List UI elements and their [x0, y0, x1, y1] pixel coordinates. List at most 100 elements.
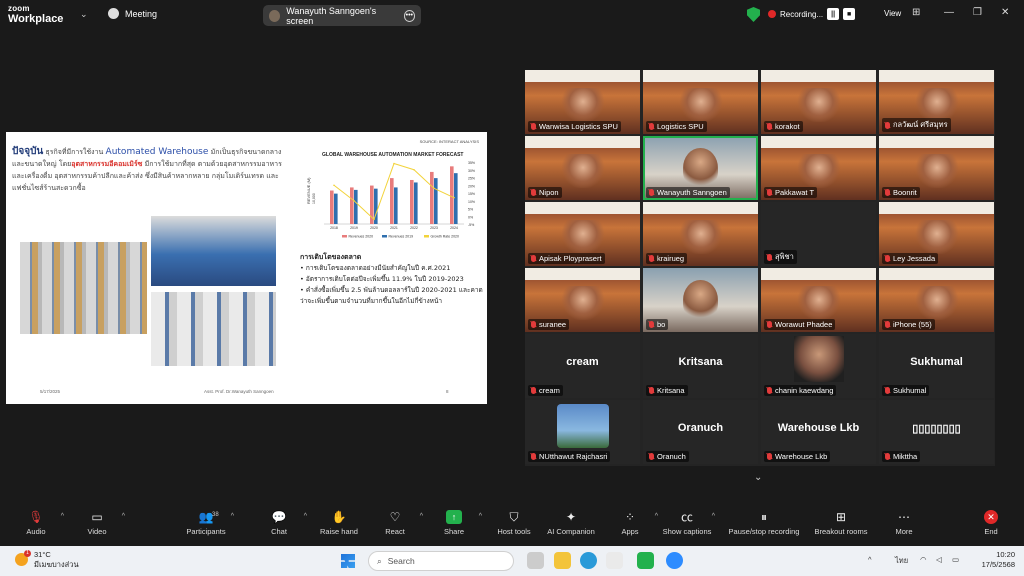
- chart-bar: [394, 187, 398, 224]
- meeting-info[interactable]: Meeting: [108, 8, 157, 19]
- more-options-icon[interactable]: •••: [403, 9, 415, 22]
- end-button[interactable]: ✕ End: [961, 510, 1021, 536]
- shield-icon[interactable]: [747, 7, 760, 22]
- caret-up-icon[interactable]: ^: [420, 513, 423, 520]
- chart-y2-tick: 10%: [468, 200, 475, 204]
- share-title: Wanayuth Sanngoen's screen: [286, 5, 377, 26]
- mic-muted-icon: [885, 255, 890, 262]
- show-captions-label: Show captions: [662, 527, 712, 536]
- react-button[interactable]: ♡ React ^: [365, 510, 425, 536]
- chevron-down-icon[interactable]: ⌄: [80, 9, 88, 20]
- participant-tile[interactable]: NUtthawut Rajchasri: [525, 400, 640, 464]
- participant-tile[interactable]: cream cream: [525, 334, 640, 398]
- edge-browser-icon[interactable]: [580, 552, 597, 569]
- mic-muted-icon: [767, 387, 772, 394]
- tray-chevron-icon[interactable]: ^: [868, 555, 872, 564]
- scroll-down-chevron-icon[interactable]: ⌄: [754, 472, 762, 483]
- lang-indicator[interactable]: ไทย: [895, 555, 908, 567]
- caret-up-icon[interactable]: ^: [304, 513, 307, 520]
- caret-up-icon[interactable]: ^: [61, 513, 64, 520]
- raise-hand-button[interactable]: ✋ Raise hand: [309, 510, 369, 536]
- participant-name-tag: Wanayuth Sanngoen: [646, 187, 730, 198]
- participant-tile[interactable]: Pakkawat T: [761, 136, 876, 200]
- breakout-rooms-button[interactable]: ⊞ Breakout rooms: [808, 510, 874, 536]
- wifi-icon[interactable]: ◠: [920, 555, 927, 564]
- chart-bar: [434, 178, 438, 224]
- participant-tile[interactable]: krairueg: [643, 202, 758, 266]
- close-icon[interactable]: ✕: [1001, 7, 1009, 18]
- apps-button[interactable]: ⁘ Apps ^: [600, 510, 660, 536]
- view-button[interactable]: View: [884, 9, 901, 18]
- task-view-icon[interactable]: [527, 552, 544, 569]
- chart-y2-tick: 5%: [468, 208, 473, 212]
- more-dots-icon: ⋯: [898, 510, 910, 524]
- zoom-app-icon[interactable]: [666, 552, 683, 569]
- host-tools-button[interactable]: ⛉ Host tools: [484, 510, 544, 536]
- participant-tile[interactable]: Wanayuth Sanngoen: [643, 136, 758, 200]
- participant-tile[interactable]: สุพิชา: [761, 202, 876, 266]
- participant-tile[interactable]: suranee: [525, 268, 640, 332]
- grid-view-icon[interactable]: ⊞: [912, 7, 920, 18]
- participant-tile[interactable]: Oranuch Oranuch: [643, 400, 758, 464]
- clock-time: 10:20: [996, 550, 1015, 559]
- taskbar-search[interactable]: ⌕ Search: [368, 551, 514, 571]
- line-app-icon[interactable]: [637, 552, 654, 569]
- recording-indicator: Recording... || ■: [768, 8, 856, 20]
- participant-tile[interactable]: Worawut Phadee: [761, 268, 876, 332]
- participant-tile[interactable]: chanin kaewdang: [761, 334, 876, 398]
- show-captions-button[interactable]: ㏄ Show captions ^: [657, 510, 717, 536]
- pause-recording-icon[interactable]: ||: [827, 8, 840, 20]
- participant-tile[interactable]: Ley Jessada: [879, 202, 994, 266]
- participant-tile[interactable]: korakot: [761, 70, 876, 134]
- weather-widget[interactable]: 31°C มีเมฆบางส่วน: [34, 550, 79, 570]
- participant-tile[interactable]: bo: [643, 268, 758, 332]
- participant-tile[interactable]: Wanwisa Logistics SPU: [525, 70, 640, 134]
- participants-button[interactable]: 👥 38 Participants ^: [176, 510, 236, 536]
- participant-tile[interactable]: กลวัฒน์ ศรีสมุทร: [879, 70, 994, 134]
- chart-bar: [430, 171, 434, 224]
- participant-tile[interactable]: Warehouse Lkb Warehouse Lkb: [761, 400, 876, 464]
- chart-bar: [390, 178, 394, 224]
- caret-up-icon[interactable]: ^: [122, 513, 125, 520]
- share-button[interactable]: ↑ Share ^: [424, 510, 484, 536]
- participant-tile[interactable]: ▯▯▯▯▯▯▯▯ Mikttha: [879, 400, 994, 464]
- participant-tile[interactable]: Nipon: [525, 136, 640, 200]
- participant-tile[interactable]: Kritsana Kritsana: [643, 334, 758, 398]
- chat-button[interactable]: 💬 Chat ^: [249, 510, 309, 536]
- participant-display-name: Sukhumal: [910, 356, 963, 368]
- chart-bar: [454, 173, 458, 224]
- minimize-icon[interactable]: —: [944, 7, 954, 18]
- maximize-icon[interactable]: ❐: [973, 7, 982, 18]
- caret-up-icon[interactable]: ^: [479, 513, 482, 520]
- share-status-pill[interactable]: Wanayuth Sanngoen's screen •••: [263, 5, 421, 26]
- speaker-icon[interactable]: ◁: [936, 555, 942, 564]
- windows-start-icon[interactable]: [341, 554, 355, 568]
- bullet-item: • คำสั่งซื้อเพิ่มขึ้น 2.5 พันล้านดอลลาร์…: [300, 286, 483, 305]
- pause-recording-button[interactable]: ⏸ Pause/stop recording: [722, 510, 806, 536]
- more-button[interactable]: ⋯ More: [874, 510, 934, 536]
- participant-tile[interactable]: Boonrit: [879, 136, 994, 200]
- bullet-item: • อัตราการเติบโตต่อปีจะเพิ่มขึ้น 11.9% ใ…: [300, 275, 464, 283]
- chart-legend-label: Revenues 2019: [389, 235, 414, 239]
- mic-muted-icon: [767, 189, 772, 196]
- video-button[interactable]: ▭ Video ^: [67, 510, 127, 536]
- participant-name-tag: Warehouse Lkb: [764, 451, 831, 462]
- caret-up-icon[interactable]: ^: [231, 513, 234, 520]
- stop-recording-icon[interactable]: ■: [843, 8, 856, 20]
- participant-name: suranee: [539, 320, 567, 329]
- ai-companion-button[interactable]: ✦ AI Companion: [541, 510, 601, 536]
- participant-tile[interactable]: Apisak Ployprasert: [525, 202, 640, 266]
- battery-icon[interactable]: ▭: [952, 555, 959, 564]
- participant-name: Sukhumal: [893, 386, 927, 395]
- participant-name: NUtthawut Rajchasri: [539, 452, 608, 461]
- chrome-browser-icon[interactable]: [606, 552, 623, 569]
- participant-tile[interactable]: Logistics SPU: [643, 70, 758, 134]
- participant-name-tag: Worawut Phadee: [764, 319, 836, 330]
- audio-button[interactable]: 🎙 Audio ^: [6, 510, 66, 536]
- participant-tile[interactable]: iPhone (55): [879, 268, 994, 332]
- participant-tile[interactable]: Sukhumal Sukhumal: [879, 334, 994, 398]
- file-explorer-icon[interactable]: [554, 552, 571, 569]
- taskbar-clock[interactable]: 10:20 17/5/2568: [975, 550, 1015, 570]
- meeting-label: Meeting: [125, 8, 158, 19]
- caret-up-icon[interactable]: ^: [712, 513, 715, 520]
